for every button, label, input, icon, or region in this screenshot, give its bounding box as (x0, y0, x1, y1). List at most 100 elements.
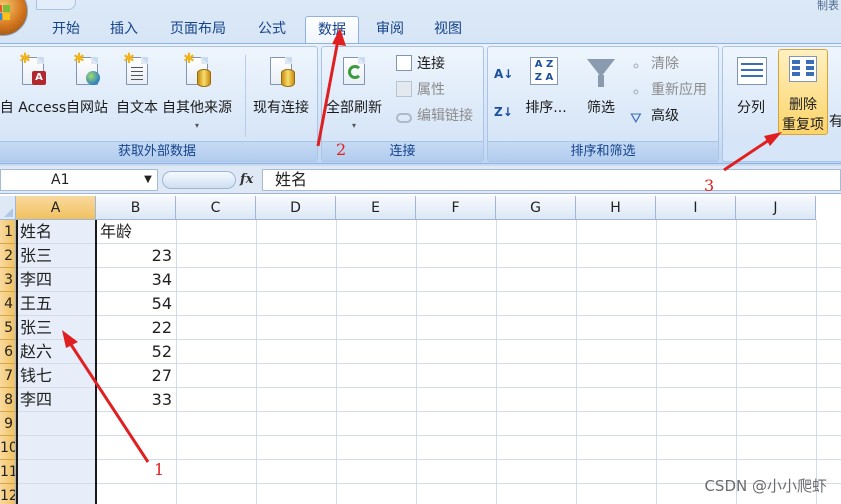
row-header-1[interactable]: 1 (0, 220, 16, 244)
gridline-vertical (816, 220, 817, 504)
cell-a6[interactable]: 赵六 (20, 340, 92, 364)
row-header-7[interactable]: 7 (0, 364, 16, 388)
text-to-columns-icon (737, 57, 767, 85)
formula-resize-handle[interactable] (162, 171, 236, 189)
connections-icon (396, 55, 412, 71)
row-header-11[interactable]: 11 (0, 460, 16, 484)
gridline-horizontal (16, 435, 841, 436)
group-separator (245, 55, 246, 137)
ribbon-tab-bar: 开始 插入 页面布局 公式 数据 审阅 视图 (0, 14, 841, 44)
cell-b6[interactable]: 52 (100, 340, 172, 364)
sort-dialog-icon: A ZZ A (530, 57, 558, 85)
tab-formulas[interactable]: 公式 (244, 16, 300, 44)
filter-label: 筛选 (587, 100, 615, 116)
cell-b5[interactable]: 22 (100, 316, 172, 340)
properties-button[interactable]: 属性 (396, 79, 445, 101)
sort-ascending-button[interactable]: A↓ (494, 63, 513, 85)
title-bar: 制表 (0, 0, 841, 12)
cell-a2[interactable]: 张三 (20, 244, 92, 268)
annotation-label-2: 2 (336, 140, 347, 159)
column-header-e[interactable]: E (336, 196, 416, 220)
annotation-label-3: 3 (704, 176, 715, 195)
row-header-12[interactable]: 12 (0, 484, 16, 504)
chevron-down-icon: ▾ (195, 121, 200, 130)
row-header-6[interactable]: 6 (0, 340, 16, 364)
column-header-a[interactable]: A (16, 196, 96, 220)
insert-function-icon[interactable]: fx (240, 169, 253, 191)
column-header-d[interactable]: D (256, 196, 336, 220)
name-box-value: A1 (51, 172, 70, 188)
tab-data[interactable]: 数据 (305, 16, 359, 44)
from-other-sources-button[interactable]: ✱ 自其他来源 ▾ (162, 52, 232, 143)
formula-input[interactable]: 姓名 (262, 169, 841, 191)
cell-a7[interactable]: 钱七 (20, 364, 92, 388)
gridline-vertical (416, 220, 417, 504)
tab-home[interactable]: 开始 (38, 16, 94, 44)
gridline-vertical (656, 220, 657, 504)
cell-a1[interactable]: 姓名 (20, 220, 92, 244)
link-icon (396, 113, 412, 123)
cell-b4[interactable]: 54 (100, 292, 172, 316)
reapply-button[interactable]: ⚬ 重新应用 (630, 79, 707, 101)
row-header-3[interactable]: 3 (0, 268, 16, 292)
group-label-sort-filter: 排序和筛选 (488, 141, 718, 161)
cell-b1[interactable]: 年龄 (100, 220, 172, 244)
tab-page-layout[interactable]: 页面布局 (158, 16, 238, 44)
row-header-10[interactable]: 10 (0, 436, 16, 460)
column-header-b[interactable]: B (96, 196, 176, 220)
chevron-down-icon[interactable]: ▼ (141, 170, 155, 190)
column-header-g[interactable]: G (496, 196, 576, 220)
cell-a5[interactable]: 张三 (20, 316, 92, 340)
tab-insert[interactable]: 插入 (96, 16, 152, 44)
from-text-button[interactable]: ✱ 自文本 (116, 52, 158, 143)
row-header-4[interactable]: 4 (0, 292, 16, 316)
group-data-tools: 分列 删除 重复项 有 (722, 46, 841, 162)
remove-duplicates-button[interactable]: 删除 重复项 (778, 49, 828, 135)
clear-button[interactable]: ⚬ 清除 (630, 53, 679, 75)
quick-access-toolbar[interactable] (36, 0, 76, 10)
column-header-j[interactable]: J (736, 196, 816, 220)
tab-review[interactable]: 审阅 (362, 16, 418, 44)
connections-button[interactable]: 连接 (396, 53, 445, 75)
filter-button[interactable]: 筛选 (581, 53, 621, 143)
cell-b3[interactable]: 34 (100, 268, 172, 292)
data-validation-button-partial[interactable]: 有 (829, 111, 841, 133)
cell-a8[interactable]: 李四 (20, 388, 92, 412)
select-all-corner[interactable] (0, 196, 16, 220)
row-header-2[interactable]: 2 (0, 244, 16, 268)
column-header-i[interactable]: I (656, 196, 736, 220)
edit-links-button[interactable]: 编辑链接 (396, 105, 473, 127)
ribbon-area: 制表 开始 插入 页面布局 公式 数据 审阅 视图 ✱ A 自 Access ✱… (0, 0, 841, 166)
advanced-button[interactable]: ⛛ 高级 (630, 105, 679, 127)
cell-b2[interactable]: 23 (100, 244, 172, 268)
ribbon-body: ✱ A 自 Access ✱ 自网站 ✱ 自文本 ✱ 自其他来源 ▾ 现有连接 … (0, 43, 841, 164)
cell-b8[interactable]: 33 (100, 388, 172, 412)
worksheet-grid[interactable]: ABCDEFGHIJ 123456789101112 姓名年龄张三23李四34王… (0, 196, 841, 504)
cell-b7[interactable]: 27 (100, 364, 172, 388)
row-header-9[interactable]: 9 (0, 412, 16, 436)
existing-connections-button[interactable]: 现有连接 (253, 53, 309, 143)
group-sort-filter: A↓ Z↓ A ZZ A 排序... 筛选 ⚬ 清除 ⚬ 重新应用 ⛛ 高级 排… (487, 46, 719, 162)
column-header-c[interactable]: C (176, 196, 256, 220)
row-header-8[interactable]: 8 (0, 388, 16, 412)
clear-filter-icon: ⚬ (630, 59, 642, 75)
formula-tools: fx (162, 169, 262, 191)
annotation-label-1: 1 (154, 460, 165, 479)
formula-bar: A1 ▼ fx 姓名 (0, 166, 841, 194)
column-header-f[interactable]: F (416, 196, 496, 220)
gridline-vertical (496, 220, 497, 504)
from-other-sources-label: 自其他来源 (162, 100, 232, 116)
cell-a3[interactable]: 李四 (20, 268, 92, 292)
sort-button[interactable]: A ZZ A 排序... (525, 53, 567, 143)
selection-border (16, 220, 18, 504)
row-header-5[interactable]: 5 (0, 316, 16, 340)
tab-view[interactable]: 视图 (420, 16, 476, 44)
gridline-vertical (736, 220, 737, 504)
watermark: CSDN @小小爬虾 (704, 477, 827, 495)
cell-a4[interactable]: 王五 (20, 292, 92, 316)
column-header-h[interactable]: H (576, 196, 656, 220)
properties-icon (396, 81, 412, 97)
refresh-all-button[interactable]: 全部刷新 ▾ (326, 53, 382, 143)
group-label-get-external-data: 获取外部数据 (0, 141, 317, 161)
name-box[interactable]: A1 ▼ (0, 169, 158, 191)
